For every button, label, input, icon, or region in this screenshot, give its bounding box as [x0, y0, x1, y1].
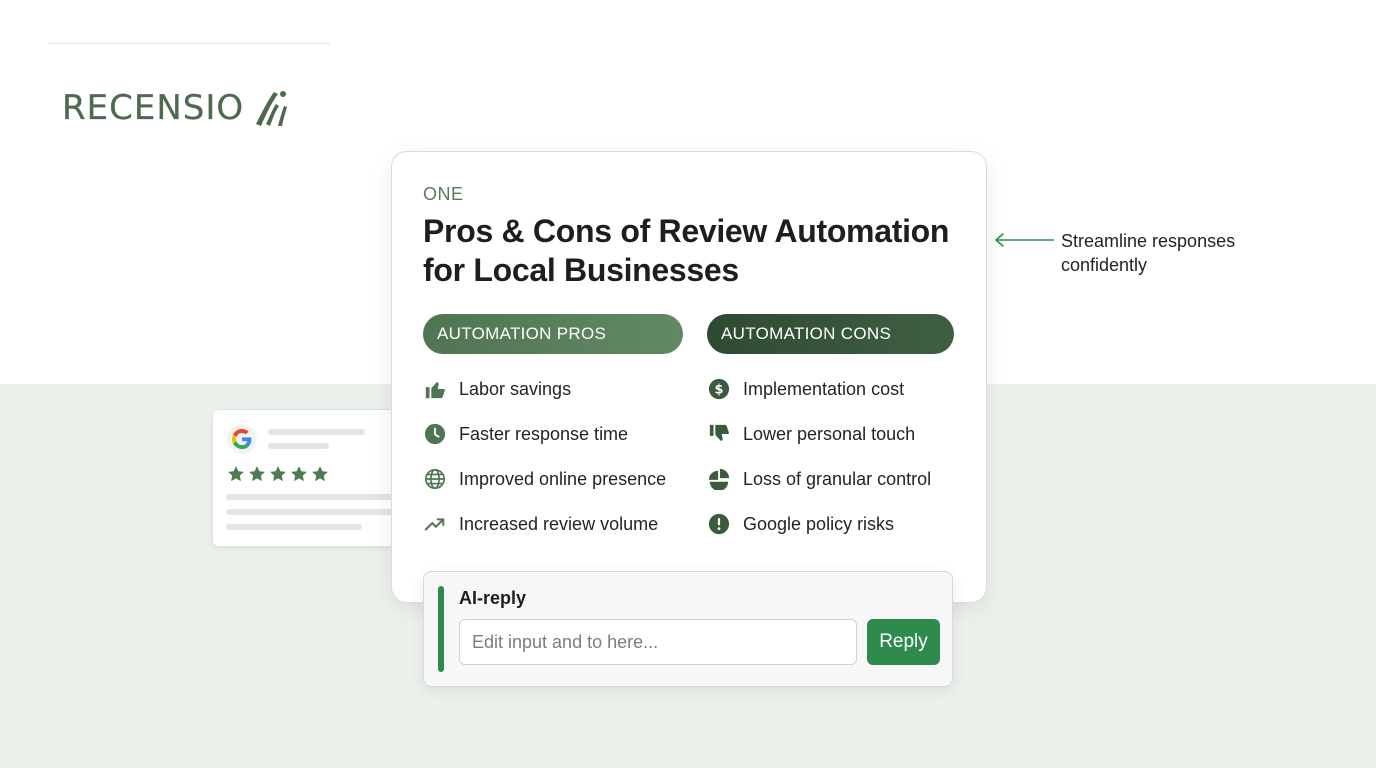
- cons-item: Lower personal touch: [707, 421, 915, 447]
- placeholder-line: [226, 509, 406, 515]
- item-label: Google policy risks: [743, 513, 895, 534]
- ai-leaf-logo-icon: [256, 91, 288, 126]
- cons-item: Google policy risks: [707, 511, 894, 537]
- star-icon: [270, 466, 286, 482]
- globe-icon: [423, 467, 447, 491]
- brand-name: RECENSIO: [62, 88, 245, 128]
- cons-item: $ Implementation cost: [707, 376, 904, 402]
- annotation-text: Streamline responses confidently: [1061, 231, 1236, 275]
- item-label: Improved online presence: [459, 468, 667, 489]
- thumbs-down-icon: [707, 422, 731, 446]
- dollar-circle-icon: $: [707, 377, 731, 401]
- pros-item: Labor savings: [423, 376, 571, 402]
- pros-item: Increased review volume: [423, 511, 658, 537]
- thumbs-up-icon: [423, 377, 447, 401]
- placeholder-line: [268, 443, 329, 449]
- section-eyebrow: ONE: [423, 184, 464, 204]
- reply-input[interactable]: [459, 619, 857, 665]
- pie-slice-icon: [707, 467, 731, 491]
- svg-text:$: $: [715, 383, 724, 398]
- google-review-card: [212, 409, 414, 547]
- cons-header: AUTOMATION CONS: [707, 314, 954, 354]
- pros-item: Faster response time: [423, 421, 628, 447]
- placeholder-line: [268, 429, 365, 435]
- card-title: Pros & Cons of Review Automation for Loc…: [423, 213, 950, 288]
- item-label: Implementation cost: [743, 378, 905, 399]
- reply-title: AI-reply: [459, 588, 527, 608]
- canvas: RECENSIO ONE Pros & Cons of Review Autom…: [0, 0, 1376, 768]
- item-label: Labor savings: [459, 378, 572, 399]
- top-divider: [48, 43, 330, 44]
- star-rating: [227, 465, 329, 483]
- trending-up-icon: [423, 512, 447, 536]
- brand-logo[interactable]: RECENSIO: [62, 86, 290, 130]
- clock-icon: [423, 422, 447, 446]
- star-icon: [291, 466, 307, 482]
- placeholder-line: [226, 494, 406, 500]
- placeholder-line: [226, 524, 362, 530]
- ai-reply-panel: AI-reply Reply: [423, 571, 953, 687]
- item-label: Faster response time: [459, 423, 629, 444]
- reply-accent-bar: [438, 586, 444, 672]
- google-logo-icon: [227, 424, 257, 454]
- arrow-left-icon: [995, 233, 1054, 247]
- alert-circle-icon: [707, 512, 731, 536]
- pros-item: Improved online presence: [423, 466, 666, 492]
- star-icon: [249, 466, 265, 482]
- item-label: Loss of granular control: [743, 468, 932, 489]
- star-icon: [312, 466, 328, 482]
- item-label: Lower personal touch: [743, 423, 916, 444]
- item-label: Increased review volume: [459, 513, 659, 534]
- pros-cons-card: ONE Pros & Cons of Review Automation for…: [391, 151, 987, 603]
- cons-item: Loss of granular control: [707, 466, 931, 492]
- reply-button[interactable]: Reply: [867, 619, 940, 665]
- pros-header: AUTOMATION PROS: [423, 314, 683, 354]
- star-icon: [228, 466, 244, 482]
